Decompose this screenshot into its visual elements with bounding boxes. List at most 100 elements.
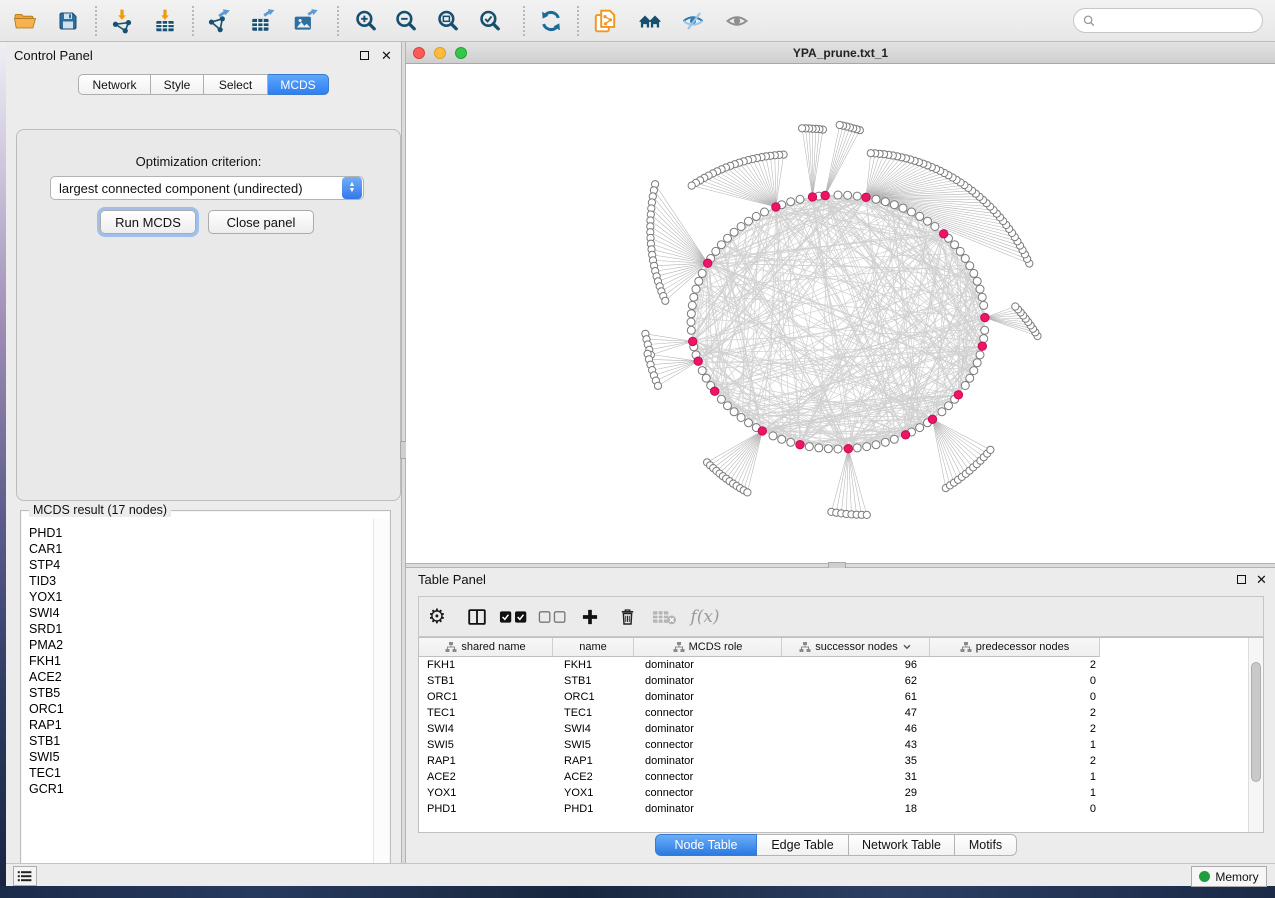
tab-style[interactable]: Style	[151, 74, 204, 95]
list-item[interactable]: FKH1	[29, 653, 374, 669]
attribute-icon	[960, 641, 972, 653]
column-label: successor nodes	[815, 641, 898, 653]
column-header-name[interactable]: name	[553, 638, 634, 657]
function-builder-icon: f(x)	[688, 604, 722, 630]
network-graph[interactable]	[406, 64, 1275, 563]
list-scrollbar[interactable]	[373, 519, 389, 877]
tab-network-table[interactable]: Network Table	[849, 834, 955, 856]
zoom-in-icon[interactable]	[351, 7, 381, 35]
table-row[interactable]: ORC1ORC1dominator610	[419, 689, 1247, 705]
list-item[interactable]: STB5	[29, 685, 374, 701]
task-history-list-button[interactable]	[13, 866, 37, 886]
zoom-out-icon[interactable]	[391, 7, 421, 35]
zoom-fit-icon[interactable]	[433, 7, 463, 35]
refresh-icon[interactable]	[536, 7, 566, 35]
list-item[interactable]: CAR1	[29, 541, 374, 557]
memory-status-icon	[1199, 871, 1210, 882]
first-neighbors-icon[interactable]	[635, 7, 665, 35]
hide-selected-icon[interactable]	[678, 7, 708, 35]
table-row[interactable]: TEC1TEC1connector472	[419, 705, 1247, 721]
table-scrollbar[interactable]	[1248, 638, 1263, 832]
close-panel-button[interactable]: Close panel	[208, 210, 314, 234]
table-row[interactable]: SWI4SWI4dominator462	[419, 721, 1247, 737]
show-all-icon[interactable]	[722, 7, 752, 35]
column-header-successor-nodes[interactable]: successor nodes	[782, 638, 930, 657]
column-header-shared-name[interactable]: shared name	[419, 638, 553, 657]
control-panel-tabs: Network Style Select MCDS	[78, 74, 329, 95]
close-panel-icon[interactable]: ✕	[381, 51, 392, 60]
tab-motifs[interactable]: Motifs	[955, 834, 1017, 856]
float-panel-icon[interactable]	[1237, 575, 1246, 584]
table-row[interactable]: STB1STB1dominator620	[419, 673, 1247, 689]
float-panel-icon[interactable]	[360, 51, 369, 60]
column-label: predecessor nodes	[976, 641, 1070, 653]
control-panel: Control Panel ✕ Network Style Select MCD…	[6, 42, 401, 863]
list-item[interactable]: RAP1	[29, 717, 374, 733]
tab-mcds[interactable]: MCDS	[268, 74, 329, 95]
mcds-result-list[interactable]: PHD1 CAR1 STP4 TID3 YOX1 SWI4 SRD1 PMA2 …	[22, 519, 374, 877]
list-item[interactable]: SWI4	[29, 605, 374, 621]
export-table-icon[interactable]	[247, 7, 277, 35]
list-icon	[17, 869, 33, 883]
close-panel-icon[interactable]: ✕	[1256, 575, 1267, 584]
toolbar-separator	[577, 6, 579, 36]
export-image-icon[interactable]	[290, 7, 320, 35]
table-header-row: shared name name MCDS role successor nod…	[419, 638, 1100, 657]
column-header-mcds-role[interactable]: MCDS role	[634, 638, 782, 657]
list-item[interactable]: SRD1	[29, 621, 374, 637]
mcds-result-group: MCDS result (17 nodes) PHD1 CAR1 STP4 TI…	[20, 510, 391, 879]
run-mcds-button[interactable]: Run MCDS	[100, 210, 196, 234]
list-item[interactable]: TID3	[29, 573, 374, 589]
tab-node-table[interactable]: Node Table	[655, 834, 757, 856]
memory-label: Memory	[1215, 870, 1258, 884]
table-row[interactable]: YOX1YOX1connector291	[419, 785, 1247, 801]
tab-edge-table[interactable]: Edge Table	[757, 834, 849, 856]
list-item[interactable]: PMA2	[29, 637, 374, 653]
zoom-selected-icon[interactable]	[475, 7, 505, 35]
table-row[interactable]: FKH1FKH1dominator962	[419, 657, 1247, 673]
list-item[interactable]: ORC1	[29, 701, 374, 717]
table-settings-gear-icon[interactable]: ⚙	[426, 604, 448, 630]
table-row[interactable]: SWI5SWI5connector431	[419, 737, 1247, 753]
search-box[interactable]	[1073, 8, 1263, 33]
clone-network-icon[interactable]	[590, 7, 620, 35]
list-item[interactable]: TEC1	[29, 765, 374, 781]
list-item[interactable]: STP4	[29, 557, 374, 573]
criterion-label: Optimization criterion:	[6, 154, 391, 169]
list-item[interactable]: PHD1	[29, 525, 374, 541]
list-item[interactable]: ACE2	[29, 669, 374, 685]
column-visibility-icon[interactable]	[464, 604, 490, 630]
table-row[interactable]: ACE2ACE2connector311	[419, 769, 1247, 785]
import-network-icon[interactable]	[107, 7, 137, 35]
select-all-columns-icon[interactable]	[497, 604, 533, 630]
toolbar-separator	[337, 6, 339, 36]
delete-trash-icon[interactable]	[615, 604, 639, 630]
list-item[interactable]: SWI5	[29, 749, 374, 765]
network-canvas[interactable]	[406, 64, 1275, 563]
control-panel-title: Control Panel	[14, 48, 93, 63]
save-session-icon[interactable]	[53, 7, 83, 35]
memory-button[interactable]: Memory	[1191, 866, 1267, 887]
search-input[interactable]	[1096, 14, 1246, 28]
tab-network[interactable]: Network	[78, 74, 151, 95]
attribute-icon	[445, 641, 457, 653]
criterion-value: largest connected component (undirected)	[51, 181, 342, 196]
unselect-all-columns-icon[interactable]	[536, 604, 572, 630]
tab-select[interactable]: Select	[204, 74, 268, 95]
create-column-plus-icon[interactable]	[578, 604, 602, 630]
criterion-select[interactable]: largest connected component (undirected)…	[50, 176, 364, 200]
table-panel-title: Table Panel	[418, 572, 486, 587]
list-item[interactable]: YOX1	[29, 589, 374, 605]
open-session-icon[interactable]	[10, 7, 40, 35]
list-item[interactable]: STB1	[29, 733, 374, 749]
list-item[interactable]: GCR1	[29, 781, 374, 797]
table-scrollbar-thumb[interactable]	[1251, 662, 1261, 782]
export-network-icon[interactable]	[203, 7, 233, 35]
table-row[interactable]: PHD1PHD1dominator180	[419, 801, 1247, 817]
column-header-predecessor-nodes[interactable]: predecessor nodes	[930, 638, 1100, 657]
column-label: MCDS role	[689, 641, 743, 653]
node-table[interactable]: shared name name MCDS role successor nod…	[418, 637, 1264, 833]
toolbar-separator	[523, 6, 525, 36]
import-table-icon[interactable]	[150, 7, 180, 35]
table-row[interactable]: RAP1RAP1dominator352	[419, 753, 1247, 769]
